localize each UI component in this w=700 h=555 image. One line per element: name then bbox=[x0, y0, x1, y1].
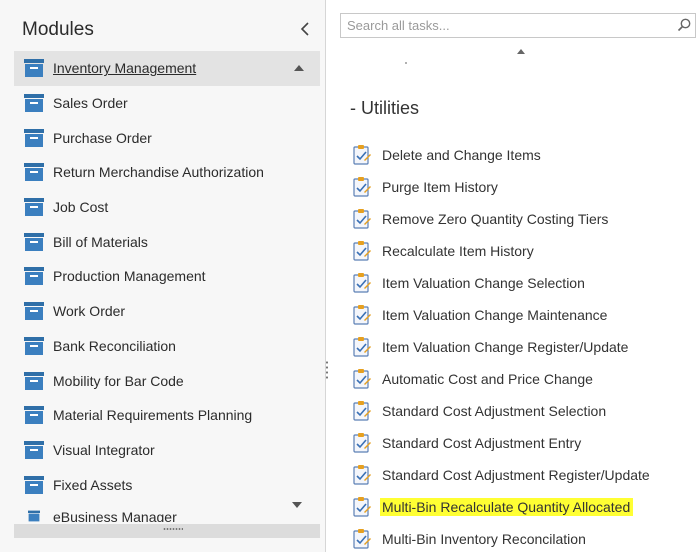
modules-header: Modules bbox=[0, 0, 326, 56]
module-icon bbox=[24, 440, 44, 459]
module-item[interactable]: Material Requirements Planning bbox=[14, 398, 320, 433]
task-item[interactable]: Item Valuation Change Selection bbox=[352, 267, 697, 299]
separator-dot bbox=[405, 62, 407, 64]
module-icon bbox=[24, 232, 44, 251]
module-label: Inventory Management bbox=[53, 60, 197, 77]
task-item[interactable]: Standard Cost Adjustment Selection bbox=[352, 395, 697, 427]
task-label: Item Valuation Change Maintenance bbox=[382, 307, 608, 323]
task-item[interactable]: Item Valuation Change Maintenance bbox=[352, 299, 697, 331]
task-item[interactable]: Recalculate Item History bbox=[352, 235, 697, 267]
task-clipboard-icon bbox=[353, 145, 371, 165]
module-item[interactable]: Return Merchandise Authorization bbox=[14, 155, 320, 190]
task-item[interactable]: Item Valuation Change Register/Update bbox=[352, 331, 697, 363]
task-label: Standard Cost Adjustment Entry bbox=[382, 435, 582, 451]
module-icon bbox=[24, 371, 44, 390]
task-clipboard-icon bbox=[353, 369, 371, 389]
task-item[interactable]: Remove Zero Quantity Costing Tiers bbox=[352, 203, 697, 235]
task-clipboard-icon bbox=[353, 465, 371, 485]
module-item[interactable]: Purchase Order bbox=[14, 120, 320, 155]
module-icon bbox=[24, 406, 44, 425]
tasks-panel: - Utilities Delete and Change Items Purg… bbox=[330, 0, 700, 552]
module-icon bbox=[24, 267, 44, 286]
module-item[interactable]: Work Order bbox=[14, 294, 320, 329]
task-item[interactable]: Standard Cost Adjustment Register/Update bbox=[352, 459, 697, 491]
task-label: Item Valuation Change Register/Update bbox=[382, 339, 629, 355]
module-label: Return Merchandise Authorization bbox=[53, 164, 264, 181]
module-icon bbox=[24, 59, 44, 78]
task-item[interactable]: Standard Cost Adjustment Entry bbox=[352, 427, 697, 459]
task-clipboard-icon bbox=[353, 401, 371, 421]
module-label: Work Order bbox=[53, 303, 126, 320]
task-list: Delete and Change Items Purge Item Histo… bbox=[352, 139, 697, 555]
module-item[interactable]: Mobility for Bar Code bbox=[14, 363, 320, 398]
search-icon[interactable] bbox=[676, 17, 692, 33]
module-label: eBusiness Manager bbox=[53, 511, 177, 522]
task-label: Recalculate Item History bbox=[382, 243, 534, 259]
module-label: Mobility for Bar Code bbox=[53, 372, 184, 389]
task-clipboard-icon bbox=[353, 209, 371, 229]
module-icon bbox=[24, 302, 44, 321]
search-box bbox=[340, 13, 696, 38]
task-clipboard-icon bbox=[353, 497, 371, 517]
task-clipboard-icon bbox=[353, 273, 371, 293]
chevron-left-icon bbox=[300, 22, 309, 36]
modules-title: Modules bbox=[22, 19, 94, 40]
module-label: Fixed Assets bbox=[53, 476, 133, 493]
task-clipboard-icon bbox=[353, 241, 371, 261]
module-item[interactable]: Job Cost bbox=[14, 190, 320, 225]
task-clipboard-icon bbox=[353, 529, 371, 549]
task-label: Multi-Bin Recalculate Quantity Allocated bbox=[380, 498, 634, 516]
task-item-highlighted[interactable]: Multi-Bin Recalculate Quantity Allocated bbox=[352, 491, 697, 523]
module-label: Job Cost bbox=[53, 199, 109, 216]
module-icon bbox=[24, 163, 44, 182]
module-icon bbox=[24, 128, 44, 147]
module-icon bbox=[24, 336, 44, 355]
module-label: Visual Integrator bbox=[53, 441, 155, 458]
panel-resize-grip[interactable] bbox=[14, 524, 320, 538]
module-icon bbox=[24, 475, 44, 494]
module-icon bbox=[24, 94, 44, 113]
collapse-group-arrow-icon[interactable] bbox=[294, 65, 304, 71]
task-item[interactable]: Automatic Cost and Price Change bbox=[352, 363, 697, 395]
task-item[interactable]: Multi-Bin Inventory Reconcilation bbox=[352, 523, 697, 555]
module-item[interactable]: Sales Order bbox=[14, 86, 320, 121]
modules-panel: Modules Inventory Management Sales Order… bbox=[0, 0, 326, 552]
task-label: Multi-Bin Inventory Reconcilation bbox=[382, 531, 586, 547]
task-clipboard-icon bbox=[353, 305, 371, 325]
module-label: Purchase Order bbox=[53, 129, 152, 146]
module-item[interactable]: Fixed Assets bbox=[14, 467, 320, 502]
task-label: Standard Cost Adjustment Selection bbox=[382, 403, 607, 419]
module-item[interactable]: Inventory Management bbox=[14, 51, 320, 86]
grip-dots-icon bbox=[163, 528, 183, 530]
task-clipboard-icon bbox=[353, 337, 371, 357]
task-item[interactable]: Purge Item History bbox=[352, 171, 697, 203]
module-icon bbox=[28, 510, 40, 522]
task-clipboard-icon bbox=[353, 433, 371, 453]
module-item[interactable]: Bank Reconciliation bbox=[14, 329, 320, 364]
task-item[interactable]: Delete and Change Items bbox=[352, 139, 697, 171]
module-label: Bill of Materials bbox=[53, 233, 148, 250]
module-label: Bank Reconciliation bbox=[53, 337, 176, 354]
module-label: Sales Order bbox=[53, 95, 128, 112]
scroll-down-arrow-icon[interactable] bbox=[292, 502, 302, 508]
module-item[interactable]: Production Management bbox=[14, 259, 320, 294]
collapse-panel-button[interactable] bbox=[296, 18, 314, 40]
module-icon bbox=[24, 198, 44, 217]
search-input[interactable] bbox=[341, 14, 671, 37]
task-label: Item Valuation Change Selection bbox=[382, 275, 585, 291]
task-label: Automatic Cost and Price Change bbox=[382, 371, 593, 387]
task-label: Delete and Change Items bbox=[382, 147, 541, 163]
module-label: Production Management bbox=[53, 268, 206, 285]
module-item[interactable]: Bill of Materials bbox=[14, 224, 320, 259]
module-item[interactable]: Visual Integrator bbox=[14, 433, 320, 468]
task-label: Purge Item History bbox=[382, 179, 498, 195]
task-label: Remove Zero Quantity Costing Tiers bbox=[382, 211, 609, 227]
task-clipboard-icon bbox=[353, 177, 371, 197]
module-label: Material Requirements Planning bbox=[53, 407, 253, 424]
module-item[interactable]: eBusiness Manager bbox=[14, 502, 320, 522]
task-label: Standard Cost Adjustment Register/Update bbox=[382, 467, 650, 483]
scroll-up-arrow-icon[interactable] bbox=[517, 49, 525, 54]
section-header-utilities[interactable]: - Utilities bbox=[350, 98, 419, 119]
module-list: Inventory Management Sales Order Purchas… bbox=[14, 51, 320, 522]
